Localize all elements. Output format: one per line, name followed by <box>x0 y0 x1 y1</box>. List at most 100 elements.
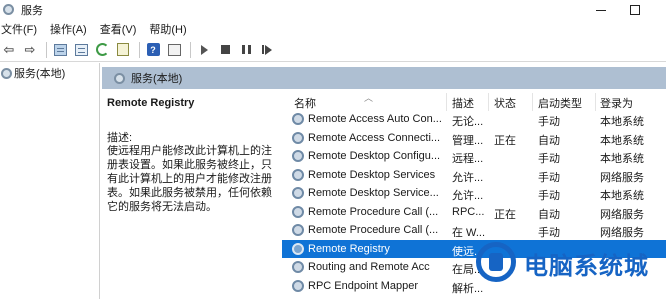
show-hide-icon <box>74 43 88 56</box>
export-list-button[interactable] <box>114 41 132 59</box>
column-header-description[interactable]: 描述 <box>452 95 474 111</box>
maximize-icon <box>630 5 640 15</box>
service-name: Remote Desktop Services <box>308 168 436 181</box>
start-service-icon <box>200 44 208 55</box>
service-gear-icon <box>292 187 304 199</box>
column-header-status[interactable]: 状态 <box>494 95 516 111</box>
watermark-text: 电脑系统城 <box>524 252 649 280</box>
refresh-button[interactable] <box>93 41 111 59</box>
show-hide-button[interactable] <box>72 41 90 59</box>
toolbar-divider <box>139 41 140 58</box>
service-gear-icon <box>292 261 304 273</box>
service-name: Remote Procedure Call (... <box>308 224 439 236</box>
properties-button[interactable] <box>165 41 183 59</box>
back-button[interactable]: ⇦ <box>0 41 18 59</box>
table-row[interactable]: Remote Access Connecti... 管理... 正在 自动 本地… <box>282 129 666 148</box>
table-row[interactable]: Remote Procedure Call (... RPC... 正在 自动 … <box>282 203 666 222</box>
toolbar-divider <box>46 41 47 58</box>
column-header-log-on-as[interactable]: 登录为 <box>600 95 633 111</box>
menu-file[interactable]: 文件(F) <box>0 21 43 37</box>
service-log-on-as: 网络服务 <box>600 208 644 221</box>
service-name: RPC Endpoint Mapper <box>308 279 419 292</box>
refresh-icon <box>95 43 109 56</box>
service-startup-type: 手动 <box>538 116 560 128</box>
service-log-on-as: 本地系统 <box>600 134 644 147</box>
tree-item-services-local[interactable]: 服务(本地) <box>0 63 99 83</box>
column-divider[interactable] <box>595 93 596 111</box>
maximize-button[interactable] <box>620 0 650 20</box>
description-label: 描述: <box>107 132 133 144</box>
start-service-button[interactable] <box>195 41 213 59</box>
menu-action[interactable]: 操作(A) <box>49 21 93 37</box>
service-description: 允许... <box>452 190 484 202</box>
toolbar-divider <box>190 41 191 58</box>
restart-service-button[interactable] <box>258 41 276 59</box>
menu-bar: 文件(F) 操作(A) 查看(V) 帮助(H) <box>0 20 666 38</box>
watermark: 电脑系统城 <box>476 236 666 299</box>
list-header: ︿ 名称 描述 状态 启动类型 登录为 <box>282 91 666 111</box>
service-startup-type: 自动 <box>538 208 560 221</box>
service-description: 无论... <box>452 116 484 128</box>
menu-view[interactable]: 查看(V) <box>99 21 143 37</box>
pane-header: 服务(本地) <box>102 67 666 89</box>
service-log-on-as: 本地系统 <box>600 190 644 202</box>
service-name: Remote Registry <box>308 242 390 255</box>
service-gear-icon <box>292 224 304 236</box>
column-header-name[interactable]: 名称 <box>294 95 316 111</box>
service-gear-icon <box>292 168 304 181</box>
column-divider[interactable] <box>532 93 533 111</box>
pause-service-button[interactable] <box>237 41 255 59</box>
services-gear-icon <box>3 4 15 16</box>
service-gear-icon <box>292 205 304 218</box>
table-row[interactable]: Remote Access Auto Con... 无论... 手动 本地系统 <box>282 110 666 129</box>
minimize-icon <box>596 9 606 11</box>
service-gear-icon <box>292 279 304 292</box>
table-row[interactable]: Remote Desktop Configu... 远程... 手动 本地系统 <box>282 147 666 166</box>
service-gear-icon <box>114 72 125 84</box>
watermark-logo-icon <box>476 242 516 282</box>
service-name: Remote Access Auto Con... <box>308 113 442 125</box>
column-header-startup-type[interactable]: 启动类型 <box>538 95 582 111</box>
service-description: 允许... <box>452 171 484 184</box>
tree-item-label: 服务(本地) <box>14 68 66 80</box>
stop-service-icon <box>220 45 230 54</box>
back-arrow-icon: ⇦ <box>3 42 15 57</box>
selected-service-name: Remote Registry <box>107 97 195 109</box>
service-status: 正在 <box>494 134 516 147</box>
service-startup-type: 自动 <box>538 134 560 147</box>
service-startup-type: 手动 <box>538 171 560 184</box>
description-panel: Remote Registry 描述: 使远程用户能修改此计算机上的注册表设置。… <box>102 89 280 299</box>
forward-button[interactable]: ⇨ <box>21 41 39 59</box>
console-tree-icon <box>53 43 67 56</box>
service-gear-icon <box>292 150 304 162</box>
restart-service-icon <box>262 44 272 55</box>
sort-ascending-icon: ︿ <box>364 93 374 103</box>
service-startup-type: 手动 <box>538 190 560 202</box>
service-description: 远程... <box>452 153 484 165</box>
console-tree-button[interactable] <box>51 41 69 59</box>
service-name: Remote Access Connecti... <box>308 131 441 144</box>
menu-help[interactable]: 帮助(H) <box>148 21 192 37</box>
description-text: 使远程用户能修改此计算机上的注册表设置。如果此服务被终止，只有此计算机上的用户才… <box>107 145 272 213</box>
service-status: 正在 <box>494 208 516 221</box>
minimize-button[interactable] <box>586 0 616 20</box>
service-name: Routing and Remote Acc <box>308 261 430 273</box>
stop-service-button[interactable] <box>216 41 234 59</box>
service-startup-type: 手动 <box>538 153 560 165</box>
service-log-on-as: 网络服务 <box>600 171 644 184</box>
service-name: Remote Desktop Configu... <box>308 150 441 162</box>
pause-service-icon <box>241 45 251 54</box>
export-list-icon <box>117 43 129 56</box>
table-row[interactable]: Remote Desktop Service... 允许... 手动 本地系统 <box>282 184 666 203</box>
help-button[interactable]: ? <box>144 41 162 59</box>
properties-icon <box>167 43 181 56</box>
service-log-on-as: 本地系统 <box>600 153 644 165</box>
column-divider[interactable] <box>488 93 489 111</box>
column-divider[interactable] <box>446 93 447 111</box>
title-bar: 服务 <box>0 0 666 20</box>
forward-arrow-icon: ⇨ <box>24 42 36 57</box>
service-name: Remote Desktop Service... <box>308 187 439 199</box>
table-row[interactable]: Remote Desktop Services 允许... 手动 网络服务 <box>282 166 666 185</box>
console-tree: 服务(本地) <box>0 63 100 299</box>
service-description: RPC... <box>452 205 485 218</box>
